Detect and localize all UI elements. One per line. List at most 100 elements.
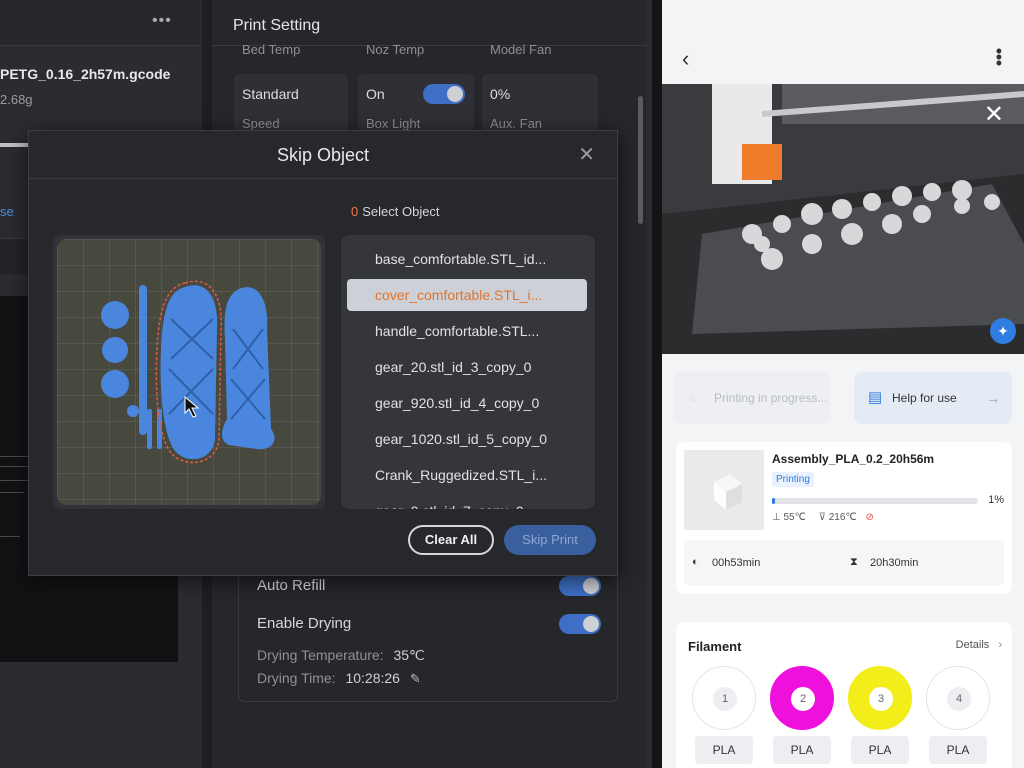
filament-details-link[interactable]: Details › bbox=[956, 639, 1002, 651]
spool-slot-number: 1 bbox=[713, 687, 737, 711]
light-bulb-icon[interactable]: ✦ bbox=[990, 318, 1016, 344]
box-light-label: Box Light bbox=[366, 116, 421, 131]
object-list-item[interactable]: gear_20.stl_id_3_copy_0 bbox=[347, 351, 587, 383]
selected-count-number: 0 bbox=[351, 204, 359, 219]
model-thumbnail bbox=[684, 450, 764, 530]
filament-spool-3[interactable]: 3 bbox=[848, 666, 912, 730]
help-for-use-button[interactable]: ▤ Help for use → bbox=[854, 372, 1012, 424]
elapsed-time: 00h53min bbox=[712, 557, 761, 569]
object-list-item[interactable]: gear_920.stl_id_4_copy_0 bbox=[347, 387, 587, 419]
enable-drying-toggle[interactable] bbox=[559, 614, 601, 634]
left-link[interactable]: se bbox=[0, 204, 14, 219]
aux-fan-value: 0% bbox=[490, 86, 511, 102]
arrow-right-icon: → bbox=[986, 390, 1000, 406]
box-light-card: On Box Light bbox=[358, 74, 474, 134]
mobile-app: ‹ • • • ✕ ✦ ◌ Printing in progress... ▤ … bbox=[662, 0, 1024, 768]
spool-slot-number: 3 bbox=[869, 687, 893, 711]
print-setting-header: Print Setting bbox=[212, 0, 646, 46]
nozzle-temp-label: Noz Temp bbox=[366, 42, 425, 57]
scrollbar[interactable] bbox=[638, 96, 643, 224]
auto-refill-label: Auto Refill bbox=[257, 577, 326, 594]
handle-part bbox=[222, 287, 275, 450]
skip-print-button[interactable]: Skip Print bbox=[504, 525, 596, 555]
object-list-item[interactable]: gear_1020.stl_id_5_copy_0 bbox=[347, 423, 587, 455]
box-light-value: On bbox=[366, 86, 385, 102]
left-panel-header: ••• bbox=[0, 0, 200, 46]
spool-slot-number: 4 bbox=[947, 687, 971, 711]
details-label: Details bbox=[955, 639, 990, 651]
speed-card[interactable]: Standard Speed bbox=[234, 74, 348, 134]
skip-object-dialog: Skip Object ✕ 0 Select Object base_comfo… bbox=[28, 130, 618, 576]
close-icon[interactable]: ✕ bbox=[578, 142, 595, 167]
object-list[interactable]: base_comfortable.STL_id... cover_comforta… bbox=[341, 235, 595, 509]
object-list-item[interactable]: cover_comfortable.STL_i... bbox=[347, 279, 587, 311]
printer-camera-view: ✕ ✦ bbox=[662, 84, 1024, 354]
auto-refill-section: Auto Refill Enable Drying Drying Tempera… bbox=[238, 560, 618, 702]
filament-spool-1[interactable]: 1 bbox=[692, 666, 756, 730]
elapsed-icon: ◐ bbox=[692, 556, 699, 568]
printing-status-text: Printing in progress... bbox=[714, 391, 828, 405]
gear-part bbox=[101, 370, 129, 398]
more-vertical-icon[interactable]: • • • bbox=[996, 42, 1002, 72]
print-setting-title: Print Setting bbox=[233, 17, 321, 34]
box-light-toggle[interactable] bbox=[423, 84, 465, 104]
gear-part bbox=[102, 337, 128, 363]
dialog-header: Skip Object ✕ bbox=[29, 131, 617, 179]
edit-icon[interactable]: ✎ bbox=[410, 671, 421, 686]
model-thumbnail-image bbox=[714, 474, 742, 510]
clear-all-button[interactable]: Clear All bbox=[408, 525, 494, 555]
temperature-row: ⊥ 55℃ ⊽ 216℃ ⊘ bbox=[772, 512, 874, 523]
mobile-header: ‹ • • • bbox=[662, 0, 1024, 84]
bed-temp-value: 55℃ bbox=[783, 512, 806, 523]
nozzle-temp-value: 216℃ bbox=[828, 512, 857, 523]
job-progress-fill bbox=[772, 498, 776, 504]
speed-value: Standard bbox=[242, 86, 299, 102]
selected-count: 0 Select Object bbox=[351, 204, 440, 219]
drying-time: Drying Time: 10:28:26 ✎ bbox=[257, 670, 421, 687]
object-list-item[interactable]: gear_9.stl_id_7_copy_0 bbox=[347, 495, 587, 509]
gear-part bbox=[127, 405, 139, 417]
time-row: ◐ 00h53min ⧗ 20h30min bbox=[684, 540, 1004, 586]
job-progress-percent: 1% bbox=[988, 494, 1004, 506]
filament-weight: 2.68g bbox=[0, 92, 33, 107]
job-name: Assembly_PLA_0.2_20h56m bbox=[772, 452, 935, 466]
object-list-item[interactable]: base_comfortable.STL_id... bbox=[347, 243, 587, 275]
printing-status-icon: ◌ bbox=[690, 391, 698, 405]
filament-type-label: PLA bbox=[773, 736, 831, 764]
fan-off-icon[interactable]: ⊘ bbox=[865, 512, 873, 523]
close-camera-icon[interactable]: ✕ bbox=[984, 100, 1004, 129]
job-progress-bar bbox=[772, 498, 978, 504]
dialog-title: Skip Object bbox=[276, 145, 370, 165]
filament-title: Filament bbox=[688, 639, 742, 654]
object-list-item[interactable]: Crank_Ruggedized.STL_i... bbox=[347, 459, 587, 491]
plate-preview bbox=[53, 235, 325, 509]
camera-image bbox=[662, 84, 1024, 354]
select-object-label: Select Object bbox=[362, 204, 440, 219]
build-plate bbox=[57, 239, 321, 505]
filament-section: Filament Details › 1 PLA 2 PLA 3 PLA 4 PLA bbox=[676, 622, 1012, 768]
speed-label: Speed bbox=[242, 116, 280, 131]
chevron-right-icon: › bbox=[998, 639, 1002, 651]
bed-temp-icon: ⊥ bbox=[772, 512, 781, 523]
filament-spool-4[interactable]: 4 bbox=[926, 666, 990, 730]
drying-temperature-value: 35℃ bbox=[393, 647, 425, 663]
aux-fan-card[interactable]: 0% Aux. Fan bbox=[482, 74, 598, 134]
nozzle-temp-icon: ⊽ bbox=[818, 512, 826, 523]
filament-spool-2[interactable]: 2 bbox=[770, 666, 834, 730]
desktop-app: ••• PETG_0.16_2h57m.gcode 2.68g se Print… bbox=[0, 0, 652, 768]
filament-type-label: PLA bbox=[695, 736, 753, 764]
remaining-time: 20h30min bbox=[870, 557, 919, 569]
progress-bar bbox=[0, 143, 30, 147]
help-doc-icon: ▤ bbox=[868, 389, 883, 406]
drying-time-label: Drying Time: bbox=[257, 670, 336, 686]
drying-time-value: 10:28:26 bbox=[345, 670, 400, 686]
model-preview[interactable] bbox=[57, 239, 321, 505]
back-icon[interactable]: ‹ bbox=[682, 46, 689, 72]
auto-refill-toggle[interactable] bbox=[559, 576, 601, 596]
job-status-badge: Printing bbox=[772, 472, 814, 487]
more-icon[interactable]: ••• bbox=[152, 12, 172, 30]
spool-slot-number: 2 bbox=[791, 687, 815, 711]
model-fan-label: Model Fan bbox=[490, 42, 552, 57]
object-list-item[interactable]: handle_comfortable.STL... bbox=[347, 315, 587, 347]
filament-type-label: PLA bbox=[851, 736, 909, 764]
